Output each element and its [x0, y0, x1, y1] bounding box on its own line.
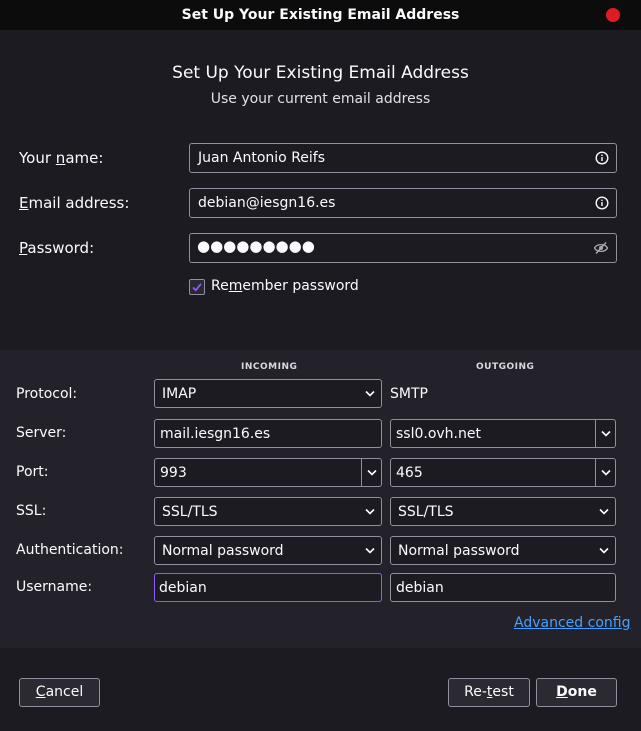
incoming-port-dropdown[interactable] [361, 459, 381, 486]
incoming-ssl-select[interactable]: SSL/TLS [154, 497, 382, 526]
chevron-down-icon [367, 469, 377, 476]
outgoing-port-dropdown[interactable] [595, 459, 615, 486]
page-title: Set Up Your Existing Email Address [172, 63, 469, 83]
chevron-down-icon [365, 390, 375, 397]
chevron-down-icon [599, 508, 609, 515]
port-label: Port: [16, 464, 49, 480]
password-label: Password: [19, 239, 95, 257]
incoming-username-input[interactable]: debian [154, 573, 382, 602]
authentication-label: Authentication: [16, 542, 124, 558]
incoming-header: INCOMING [241, 362, 298, 372]
eye-slash-icon[interactable] [593, 241, 609, 255]
email-label: Email address: [19, 194, 130, 212]
email-value: debian@iesgn16.es [198, 195, 336, 211]
incoming-protocol-select[interactable]: IMAP [154, 379, 382, 408]
incoming-port-input[interactable]: 993 [154, 458, 382, 487]
email-field[interactable]: debian@iesgn16.es [189, 188, 617, 218]
close-icon[interactable] [606, 8, 620, 22]
button-bar: Cancel Re-test Done [0, 648, 641, 731]
name-field[interactable]: Juan Antonio Reifs [189, 143, 617, 173]
page-subtitle: Use your current email address [210, 91, 431, 107]
info-icon [595, 151, 609, 165]
outgoing-header: OUTGOING [476, 362, 535, 372]
chevron-down-icon [599, 547, 609, 554]
done-button[interactable]: Done [536, 678, 617, 707]
cancel-button[interactable]: Cancel [19, 678, 100, 707]
protocol-label: Protocol: [16, 386, 78, 402]
incoming-auth-select[interactable]: Normal password [154, 536, 382, 565]
outgoing-port-input[interactable]: 465 [390, 458, 616, 487]
outgoing-server-input[interactable]: ssl0.ovh.net [390, 419, 616, 448]
password-mask: ●●●●●●●●● [197, 237, 315, 255]
incoming-server-input[interactable]: mail.iesgn16.es [154, 419, 382, 448]
account-panel: Set Up Your Existing Email Address Use y… [0, 30, 641, 350]
remember-password-checkbox[interactable] [189, 279, 205, 295]
outgoing-username-input[interactable]: debian [390, 573, 616, 602]
window-title: Set Up Your Existing Email Address [181, 7, 460, 23]
remember-password-label[interactable]: Remember password [211, 278, 359, 294]
outgoing-ssl-select[interactable]: SSL/TLS [390, 497, 616, 526]
ssl-label: SSL: [16, 503, 47, 519]
outgoing-server-dropdown[interactable] [595, 420, 615, 447]
advanced-config-link[interactable]: Advanced config [514, 615, 630, 631]
title-bar: Set Up Your Existing Email Address [0, 0, 641, 30]
username-label: Username: [16, 579, 93, 595]
password-field[interactable]: ●●●●●●●●● [189, 233, 617, 263]
info-icon [595, 196, 609, 210]
retest-button[interactable]: Re-test [448, 678, 530, 707]
chevron-down-icon [365, 547, 375, 554]
check-icon [192, 283, 202, 292]
server-label: Server: [16, 425, 67, 441]
server-config-panel: INCOMING OUTGOING Protocol: IMAP SMTP Se… [0, 350, 641, 648]
outgoing-auth-select[interactable]: Normal password [390, 536, 616, 565]
name-label: Your name: [19, 149, 104, 167]
chevron-down-icon [601, 430, 611, 437]
outgoing-protocol-value: SMTP [390, 386, 428, 402]
name-value: Juan Antonio Reifs [198, 150, 326, 166]
chevron-down-icon [601, 469, 611, 476]
chevron-down-icon [365, 508, 375, 515]
